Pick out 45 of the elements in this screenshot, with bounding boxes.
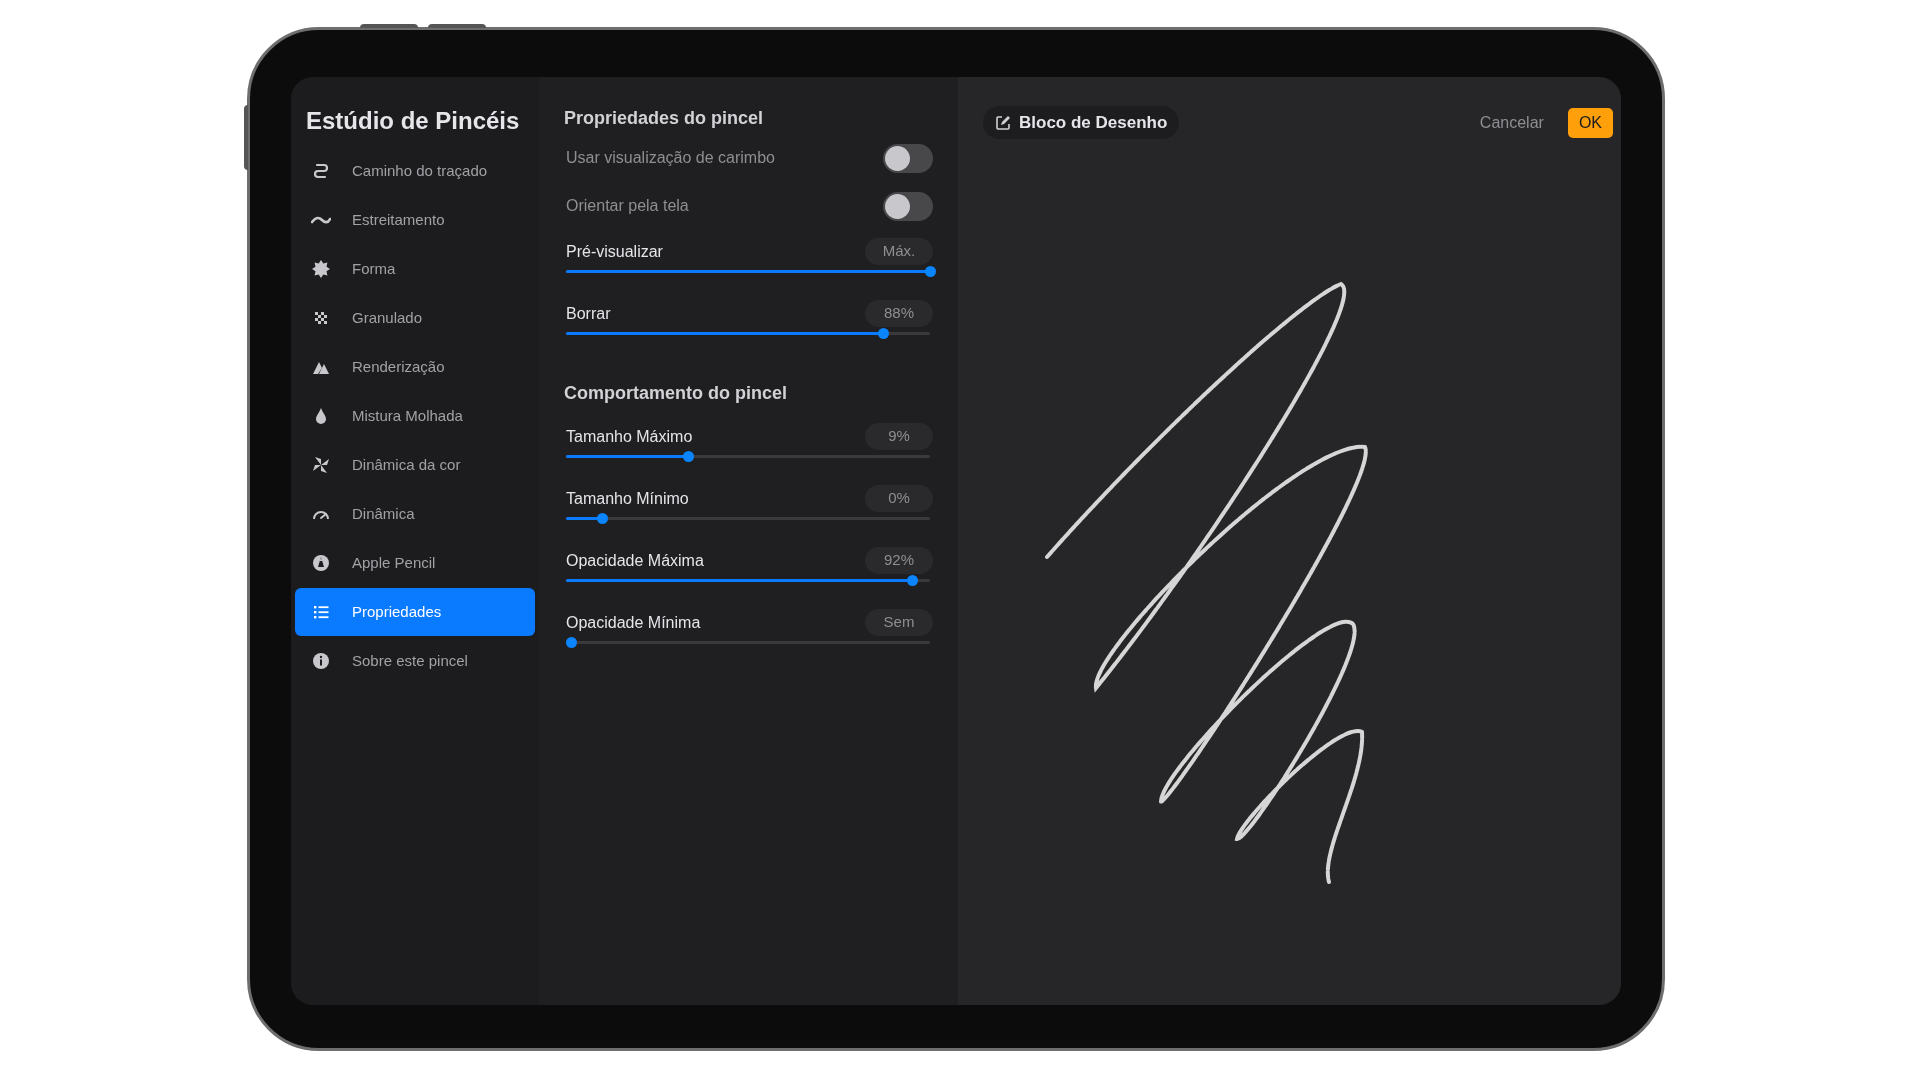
- sidebar-item[interactable]: Renderização: [295, 343, 535, 391]
- slider-thumb[interactable]: [597, 513, 609, 524]
- slider-thumb[interactable]: [925, 266, 936, 277]
- pinwheel-icon: [311, 455, 331, 475]
- slider-label: Opacidade Máxima: [566, 550, 704, 571]
- slider-label: Tamanho Mínimo: [566, 488, 689, 509]
- value-pill: Máx.: [865, 238, 933, 265]
- sidebar-item[interactable]: Granulado: [295, 294, 535, 342]
- value-pill: 88%: [865, 300, 933, 327]
- sidebar-item[interactable]: Caminho do traçado: [295, 147, 535, 195]
- squiggle-icon: [311, 161, 331, 181]
- slider-thumb[interactable]: [877, 328, 889, 339]
- sidebar-title: Estúdio de Pincéis: [305, 106, 521, 136]
- sidebar-item[interactable]: Forma: [295, 245, 535, 293]
- section-heading: Comportamento do pincel: [564, 382, 788, 405]
- value-pill: 9%: [865, 423, 933, 450]
- edit-icon: [995, 114, 1011, 131]
- value-pill: 0%: [865, 485, 933, 512]
- slider-thumb[interactable]: [682, 451, 694, 462]
- sidebar-item[interactable]: Sobre este pincel: [295, 637, 535, 685]
- slider-thumb[interactable]: [906, 575, 918, 586]
- sidebar-item[interactable]: Estreitamento: [295, 196, 535, 244]
- cancel-button[interactable]: Cancelar: [1479, 110, 1544, 135]
- slider-thumb[interactable]: [566, 637, 578, 648]
- drawing-pad-button[interactable]: Bloco de Desenho: [983, 106, 1180, 139]
- sidebar-item[interactable]: Apple Pencil: [295, 539, 535, 587]
- toggle-switch[interactable]: [883, 191, 933, 221]
- starburst-icon: [311, 259, 331, 279]
- section-heading: Propriedades do pincel: [564, 107, 765, 130]
- toggle-label: Usar visualização de carimbo: [566, 148, 775, 168]
- info-icon: [311, 651, 331, 671]
- ok-button[interactable]: OK: [1567, 107, 1613, 138]
- value-pill: 92%: [865, 547, 933, 574]
- sidebar-item[interactable]: Mistura Molhada: [295, 392, 535, 440]
- toggle-switch[interactable]: [883, 143, 933, 173]
- value-pill: Sem: [865, 609, 933, 636]
- pencil-icon: [311, 553, 331, 573]
- slider-label: Borrar: [566, 303, 611, 324]
- sidebar-item[interactable]: Dinâmica da cor: [295, 441, 535, 489]
- slider-label: Opacidade Mínima: [566, 612, 701, 633]
- slider-label: Tamanho Máximo: [566, 426, 693, 447]
- sidebar-item[interactable]: Propriedades: [295, 588, 535, 636]
- toggle-label: Orientar pela tela: [566, 196, 689, 216]
- slider-label: Pré-visualizar: [566, 241, 663, 262]
- sidebar-item[interactable]: Dinâmica: [295, 490, 535, 538]
